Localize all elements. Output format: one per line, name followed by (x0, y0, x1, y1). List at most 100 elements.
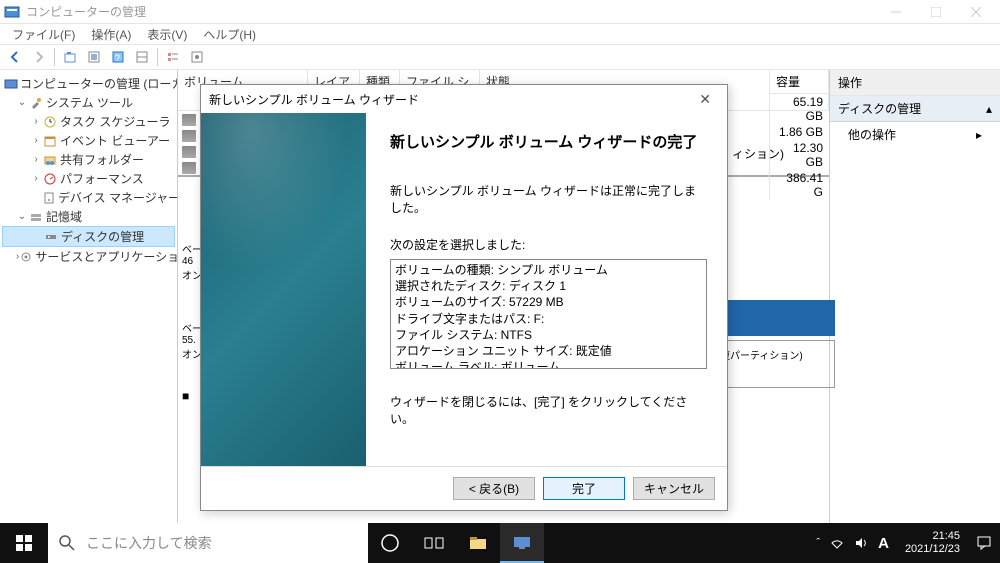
tree-storage[interactable]: ⌄ 記憶域 (2, 207, 175, 226)
clock-time: 21:45 (905, 530, 960, 543)
close-button[interactable] (956, 1, 996, 23)
taskbar-search[interactable]: ここに入力して検索 (48, 523, 368, 563)
summary-line: ファイル システム: NTFS (395, 327, 702, 343)
wizard-finish-button[interactable]: 完了 (543, 477, 625, 500)
taskbar: ここに入力して検索 ˆ A 21:45 2021/12/23 (0, 523, 1000, 563)
folder-share-icon (42, 152, 58, 168)
wizard-completed-text: 新しいシンプル ボリューム ウィザードは正常に完了しました。 (390, 182, 707, 216)
app-icon (4, 4, 20, 20)
computer-management-icon[interactable] (500, 523, 544, 563)
wizard-dialog: 新しいシンプル ボリューム ウィザード ✕ 新しいシンプル ボリューム ウィザー… (200, 84, 728, 511)
tree-label: パフォーマンス (60, 170, 144, 187)
summary-line: ドライブ文字またはパス: F: (395, 311, 702, 327)
tree-root-label: コンピューターの管理 (ローカル) (20, 75, 178, 92)
storage-icon (28, 209, 44, 225)
wizard-settings-label: 次の設定を選択しました: (390, 236, 707, 253)
event-icon (42, 133, 58, 149)
properties-icon[interactable] (83, 46, 105, 68)
maximize-button[interactable] (916, 1, 956, 23)
tree-device-manager[interactable]: デバイス マネージャー (2, 188, 175, 207)
disk-icon (43, 229, 59, 245)
network-icon[interactable] (830, 536, 844, 550)
tree-label: タスク スケジューラ (60, 113, 171, 130)
tree-label: 記憶域 (46, 208, 82, 225)
col-capacity[interactable]: 容量 (769, 70, 829, 94)
tree-performance[interactable]: › パフォーマンス (2, 169, 175, 188)
settings-icon[interactable] (186, 46, 208, 68)
collapse-icon[interactable]: ⌄ (16, 97, 28, 108)
actions-section-disk-mgmt[interactable]: ディスクの管理 ▴ (830, 96, 1000, 122)
tools-icon (28, 95, 44, 111)
menu-help[interactable]: ヘルプ(H) (195, 24, 264, 45)
tree-event-viewer[interactable]: › イベント ビューアー (2, 131, 175, 150)
system-tray: ˆ A 21:45 2021/12/23 (808, 530, 1000, 556)
wizard-close-button[interactable]: ✕ (691, 91, 719, 108)
tray-overflow-icon[interactable]: ˆ (816, 537, 820, 549)
menu-view[interactable]: 表示(V) (139, 24, 195, 45)
volume-icon (182, 114, 196, 126)
refresh-icon[interactable]: ? (107, 46, 129, 68)
actions-section-label: ディスクの管理 (838, 100, 921, 117)
window-title: コンピューターの管理 (26, 3, 876, 20)
cortana-icon[interactable] (368, 523, 412, 563)
taskbar-clock[interactable]: 21:45 2021/12/23 (899, 530, 966, 556)
minimize-button[interactable] (876, 1, 916, 23)
partition-text-fragment: ィション) (732, 145, 784, 162)
wizard-cancel-button[interactable]: キャンセル (633, 477, 715, 500)
menu-file[interactable]: ファイル(F) (4, 24, 83, 45)
performance-icon (42, 171, 58, 187)
tree-task-scheduler[interactable]: › タスク スケジューラ (2, 112, 175, 131)
tree-system-tools[interactable]: ⌄ システム ツール (2, 93, 175, 112)
wizard-summary-box[interactable]: ボリュームの種類: シンプル ボリューム 選択されたディスク: ディスク 1 ボ… (390, 259, 707, 369)
summary-line: ボリュームのサイズ: 57229 MB (395, 294, 702, 310)
partition-fragment: 復パーティション) (715, 300, 835, 388)
wizard-side-graphic (201, 113, 366, 466)
toolbar: ? (0, 44, 1000, 70)
explorer-icon[interactable] (456, 523, 500, 563)
tree-label: サービスとアプリケーション (35, 248, 178, 265)
tree-disk-management[interactable]: ディスクの管理 (2, 226, 175, 247)
wizard-button-row: < 戻る(B) 完了 キャンセル (201, 466, 727, 510)
partition-label: 復パーティション) (720, 347, 830, 362)
list-icon[interactable] (162, 46, 184, 68)
tree-shared-folders[interactable]: › 共有フォルダー (2, 150, 175, 169)
menu-bar: ファイル(F) 操作(A) 表示(V) ヘルプ(H) (0, 24, 1000, 44)
capacity-value: 65.19 GB (769, 94, 829, 124)
expand-icon[interactable]: › (30, 116, 42, 127)
volume-icon[interactable] (854, 536, 868, 550)
tree-root[interactable]: コンピューターの管理 (ローカル) (2, 74, 175, 93)
search-icon (58, 534, 76, 552)
wizard-back-button[interactable]: < 戻る(B) (453, 477, 535, 500)
task-view-icon[interactable] (412, 523, 456, 563)
device-icon (42, 190, 56, 206)
wizard-titlebar: 新しいシンプル ボリューム ウィザード ✕ (201, 85, 727, 113)
computer-icon (4, 76, 18, 92)
ime-indicator[interactable]: A (878, 535, 889, 552)
forward-icon[interactable] (28, 46, 50, 68)
menu-action[interactable]: 操作(A) (83, 24, 139, 45)
clock-icon (42, 114, 58, 130)
up-icon[interactable] (59, 46, 81, 68)
tree-label: ディスクの管理 (61, 228, 144, 245)
expand-icon[interactable]: › (30, 154, 42, 165)
actions-other[interactable]: 他の操作 ▸ (830, 122, 1000, 147)
back-icon[interactable] (4, 46, 26, 68)
wizard-title-text: 新しいシンプル ボリューム ウィザード (209, 91, 419, 108)
submenu-arrow-icon: ▸ (976, 128, 982, 142)
wizard-content: 新しいシンプル ボリューム ウィザードの完了 新しいシンプル ボリューム ウィザ… (366, 113, 727, 466)
window-titlebar: コンピューターの管理 (0, 0, 1000, 24)
summary-line: アロケーション ユニット サイズ: 既定値 (395, 343, 702, 359)
expand-icon[interactable]: › (30, 135, 42, 146)
actions-item-label: 他の操作 (848, 126, 896, 143)
collapse-icon[interactable]: ⌄ (16, 211, 28, 222)
help-icon[interactable] (131, 46, 153, 68)
expand-icon[interactable]: › (30, 173, 42, 184)
search-placeholder: ここに入力して検索 (86, 533, 212, 553)
start-button[interactable] (0, 523, 48, 563)
tree-label: イベント ビューアー (60, 132, 170, 149)
tree-label: システム ツール (46, 94, 133, 111)
tree-services-apps[interactable]: › サービスとアプリケーション (2, 247, 175, 266)
clock-date: 2021/12/23 (905, 543, 960, 556)
summary-line: ボリュームの種類: シンプル ボリューム (395, 262, 702, 278)
notification-icon[interactable] (976, 535, 992, 551)
